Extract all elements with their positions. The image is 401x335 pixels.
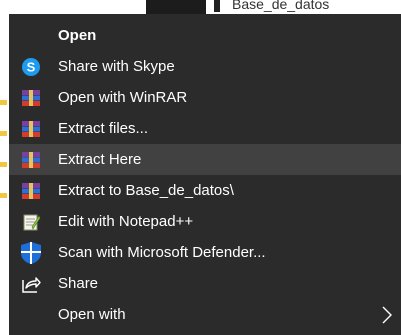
folder-edge-icon xyxy=(0,162,7,167)
menu-item-extract-files[interactable]: Extract files... xyxy=(9,113,401,144)
menu-item-label: Open with xyxy=(58,306,126,323)
menu-item-label: Share with Skype xyxy=(58,58,175,75)
desktop-file-icon[interactable] xyxy=(214,0,220,12)
winrar-icon xyxy=(21,88,41,108)
folder-edge-icon xyxy=(0,131,7,136)
menu-item-label: Scan with Microsoft Defender... xyxy=(58,244,266,261)
menu-item-extract-to-folder[interactable]: Extract to Base_de_datos\ xyxy=(9,175,401,206)
menu-item-scan-with-defender[interactable]: Scan with Microsoft Defender... xyxy=(9,237,401,268)
menu-item-share[interactable]: Share xyxy=(9,268,401,299)
menu-item-label: Open xyxy=(58,27,97,44)
menu-item-label: Extract files... xyxy=(58,120,149,137)
menu-item-label: Share xyxy=(58,275,99,292)
desktop-dark-region xyxy=(146,0,206,14)
menu-item-label: Edit with Notepad++ xyxy=(58,213,194,230)
winrar-icon xyxy=(21,181,41,201)
share-icon xyxy=(21,274,41,294)
chevron-right-icon xyxy=(381,306,393,324)
context-menu: Open S Share with Skype Open with WinRAR xyxy=(9,14,401,335)
menu-item-open[interactable]: Open xyxy=(9,20,401,51)
menu-item-edit-with-notepad-plus-plus[interactable]: Edit with Notepad++ xyxy=(9,206,401,237)
svg-text:S: S xyxy=(27,60,36,75)
menu-item-label: Extract to Base_de_datos\ xyxy=(58,182,234,199)
menu-item-extract-here[interactable]: Extract Here xyxy=(9,144,401,175)
menu-item-label: Open with WinRAR xyxy=(58,89,188,106)
desktop-left-edge xyxy=(0,14,9,335)
menu-item-label: Extract Here xyxy=(58,151,142,168)
desktop-file-label[interactable]: Base_de_datos xyxy=(232,0,329,12)
notepad-plus-plus-icon xyxy=(21,212,41,232)
menu-item-share-with-skype[interactable]: S Share with Skype xyxy=(9,51,401,82)
folder-edge-icon xyxy=(0,193,7,198)
skype-icon: S xyxy=(21,57,41,77)
menu-item-open-with-winrar[interactable]: Open with WinRAR xyxy=(9,82,401,113)
winrar-icon xyxy=(21,150,41,170)
menu-item-open-with[interactable]: Open with xyxy=(9,299,401,330)
folder-edge-icon xyxy=(0,100,7,105)
defender-shield-icon xyxy=(19,241,43,265)
winrar-icon xyxy=(21,119,41,139)
